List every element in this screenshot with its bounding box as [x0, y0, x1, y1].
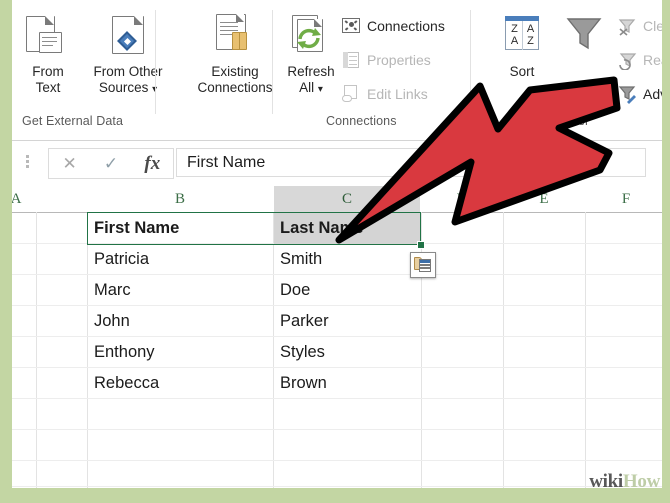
properties-button[interactable]: Properties: [342, 48, 431, 72]
watermark-how: How: [622, 471, 660, 492]
column-header-b[interactable]: B: [88, 186, 272, 212]
gridline-v-e: [503, 212, 504, 488]
cell-c1[interactable]: Last Name: [274, 213, 421, 244]
refresh-all-label-line2: All ▾: [280, 80, 342, 98]
clear-filter-button[interactable]: Clear: [618, 14, 662, 38]
wikihow-watermark: wikiHow: [589, 472, 660, 491]
column-header-row: A B C D E F: [12, 186, 662, 213]
cell-b5[interactable]: Enthony: [88, 337, 273, 368]
column-header-c[interactable]: C: [274, 186, 420, 212]
from-text-button[interactable]: From Text: [20, 10, 76, 96]
formula-bar-input[interactable]: First Name: [176, 148, 646, 177]
refresh-all-label-line1: Refresh: [287, 64, 335, 79]
column-header-e[interactable]: E: [504, 186, 584, 212]
spreadsheet-grid: A B C D E F First Name Last Name Patrici…: [12, 186, 662, 488]
column-header-f[interactable]: F: [586, 186, 662, 212]
insert-function-button[interactable]: fx: [132, 149, 173, 178]
connections-icon: [342, 17, 361, 36]
fill-handle[interactable]: [417, 241, 425, 249]
connections-label: Connections: [367, 18, 445, 34]
ribbon-data-tab: From Text From Other Sources ▾: [12, 0, 662, 141]
refresh-all-dropdown-icon[interactable]: ▾: [318, 84, 323, 95]
advanced-filter-icon: [618, 85, 637, 104]
cancel-entry-button[interactable]: ✕: [49, 149, 90, 178]
gridline-v-f: [585, 212, 586, 488]
sort-letter-left-top: Z: [511, 23, 518, 35]
cell-b3[interactable]: Marc: [88, 275, 273, 306]
cell-c3[interactable]: Doe: [274, 275, 421, 306]
cell-c2[interactable]: Smith: [274, 244, 421, 275]
formula-bar: ✕ ✓ fx First Name: [12, 141, 662, 185]
cell-c4[interactable]: Parker: [274, 306, 421, 337]
from-other-sources-label-line2: Sources ▾: [76, 80, 180, 98]
sort-letter-right-bottom: Z: [527, 35, 534, 47]
ribbon-divider-1: [155, 10, 156, 114]
properties-grid-icon: [342, 51, 361, 70]
group-label-sort-and-filter: Sort & Filter: [522, 114, 590, 128]
gridline-v-a: [36, 212, 37, 488]
excel-screenshot: From Text From Other Sources ▾: [0, 0, 670, 503]
filter-funnel-icon: [556, 10, 612, 62]
cell-b1[interactable]: First Name: [88, 213, 273, 244]
clear-filter-label: Clear: [643, 18, 662, 34]
funnel-glyph: [566, 18, 602, 50]
sort-za-az-icon: Z A A Z: [494, 10, 550, 62]
refresh-circular-arrows-icon: [280, 10, 342, 62]
document-diamond-icon: [76, 10, 180, 62]
excel-application-window: From Text From Other Sources ▾: [12, 0, 662, 488]
ribbon-group-sort-and-filter: Z A A Z Sort Cle Re Ad Sort & Filter: [472, 6, 662, 132]
edit-links-label: Edit Links: [367, 86, 428, 102]
sort-label: Sort: [509, 64, 535, 79]
watermark-wiki: wiki: [589, 471, 623, 492]
advanced-funnel-glyph: [618, 85, 636, 104]
cell-b2[interactable]: Patricia: [88, 244, 273, 275]
formula-bar-buttons: ✕ ✓ fx: [48, 148, 174, 179]
advanced-filter-label: Advanced: [643, 86, 662, 102]
column-header-a[interactable]: A: [12, 186, 36, 212]
from-text-label-line1: From: [32, 64, 64, 79]
formula-bar-drag-handle[interactable]: [26, 155, 30, 171]
gridline-h-7: [12, 429, 662, 430]
ribbon-divider-3: [470, 10, 471, 114]
gridline-h-9: [12, 486, 662, 487]
reapply-filter-label: Reapply: [643, 52, 662, 68]
cell-b4[interactable]: John: [88, 306, 273, 337]
paste-options-icon: [414, 256, 432, 274]
cell-b6[interactable]: Rebecca: [88, 368, 273, 399]
sort-button[interactable]: Z A A Z Sort: [494, 10, 550, 80]
sort-letter-right-top: A: [526, 23, 535, 35]
from-other-sources-label-text: Sources: [98, 80, 149, 95]
cell-c5[interactable]: Styles: [274, 337, 421, 368]
ribbon-group-get-external-data: From Text From Other Sources ▾: [12, 6, 273, 132]
circular-arrow-glyph: [297, 28, 321, 49]
gridline-h-8: [12, 460, 662, 461]
edit-links-button[interactable]: Edit Links: [342, 82, 428, 106]
group-label-get-external-data: Get External Data: [22, 114, 124, 128]
advanced-filter-button[interactable]: Advanced: [618, 82, 662, 106]
paste-options-button[interactable]: [410, 252, 436, 278]
confirm-entry-button[interactable]: ✓: [90, 149, 131, 178]
filter-button[interactable]: [556, 10, 612, 64]
document-text-icon: [20, 10, 76, 62]
from-other-sources-button[interactable]: From Other Sources ▾: [76, 10, 180, 98]
connections-button[interactable]: Connections: [342, 14, 445, 38]
from-other-sources-label-line1: From Other: [93, 64, 163, 79]
ribbon-divider-2: [272, 10, 273, 114]
properties-label: Properties: [367, 52, 431, 68]
from-text-label-line2: Text: [35, 80, 61, 95]
ribbon-group-connections: Refresh All ▾ Connections Properties Edi…: [274, 6, 468, 132]
reapply-filter-icon: [618, 51, 637, 71]
clear-funnel-glyph: [618, 18, 636, 36]
refresh-all-label-text: All: [299, 80, 315, 95]
group-label-connections: Connections: [326, 114, 397, 128]
cell-c6[interactable]: Brown: [274, 368, 421, 399]
clear-filter-icon: [618, 17, 637, 36]
column-header-d[interactable]: D: [422, 186, 502, 212]
sort-letter-left-bottom: A: [510, 35, 519, 47]
reapply-filter-button[interactable]: Reapply: [618, 48, 662, 72]
edit-links-icon: [342, 84, 361, 104]
refresh-all-button[interactable]: Refresh All ▾: [280, 10, 342, 98]
reapply-funnel-glyph: [619, 52, 637, 71]
